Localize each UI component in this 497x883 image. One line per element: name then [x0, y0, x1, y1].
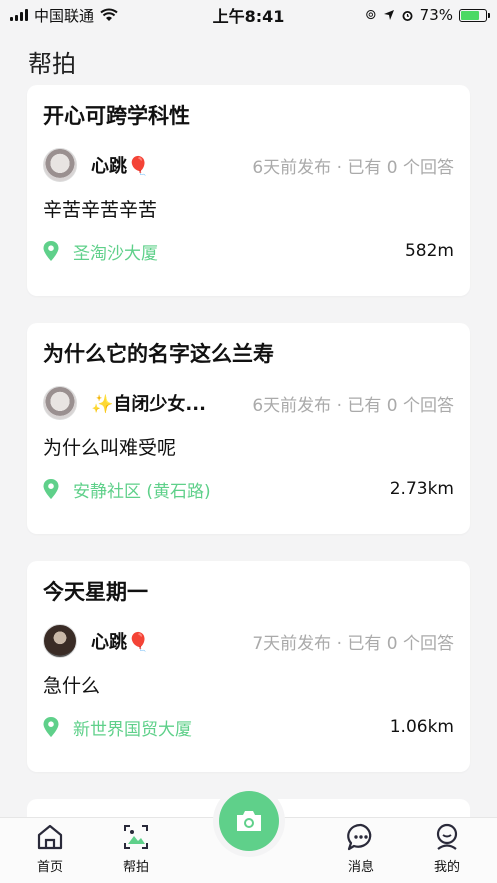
- location-name[interactable]: 安静社区 (黄石路): [73, 477, 211, 502]
- post-meta: 7天前发布 · 已有 0 个回答: [252, 633, 454, 654]
- tab-messages-label: 消息: [347, 860, 374, 875]
- post-body: 辛苦辛苦辛苦: [43, 199, 158, 221]
- location-arrow-icon: [383, 10, 394, 20]
- pin-icon: [43, 479, 59, 499]
- post-meta: 6天前发布 · 已有 0 个回答: [252, 395, 454, 416]
- post-title: 为什么它的名字这么兰寿: [43, 342, 274, 366]
- distance: 2.73km: [389, 479, 454, 499]
- status-bar: 中国联通 上午8:41 ⊚ 73%: [0, 0, 497, 30]
- tab-help-shoot-label: 帮拍: [122, 860, 149, 875]
- chat-icon: [347, 823, 372, 851]
- tab-mine[interactable]: 我的: [417, 822, 477, 875]
- camera-button[interactable]: [219, 791, 279, 851]
- tab-mine-label: 我的: [433, 860, 460, 875]
- tab-home-label: 首页: [36, 860, 63, 875]
- post-card[interactable]: 今天星期一 心跳🎈 7天前发布 · 已有 0 个回答 急什么 新世界国贸大厦 1…: [27, 561, 470, 772]
- distance: 582m: [404, 241, 454, 261]
- tab-messages[interactable]: 消息: [331, 822, 391, 875]
- battery-percent: 73%: [419, 6, 453, 24]
- post-feed[interactable]: 开心可跨学科性 心跳🎈 6天前发布 · 已有 0 个回答 辛苦辛苦辛苦 圣淘沙大…: [27, 85, 470, 839]
- home-icon: [37, 824, 63, 850]
- username[interactable]: 心跳🎈: [91, 628, 149, 654]
- location-name[interactable]: 新世界国贸大厦: [73, 715, 192, 740]
- signal-icon: [10, 9, 28, 21]
- pin-icon: [43, 241, 59, 261]
- post-title: 今天星期一: [43, 580, 148, 604]
- username[interactable]: ✨自闭少女...: [91, 390, 206, 416]
- photo-icon: [124, 825, 148, 849]
- avatar[interactable]: [43, 386, 77, 420]
- tab-help-shoot[interactable]: 帮拍: [106, 822, 166, 875]
- camera-icon: [237, 811, 261, 831]
- post-meta: 6天前发布 · 已有 0 个回答: [252, 157, 454, 178]
- status-time: 上午8:41: [212, 7, 285, 26]
- username[interactable]: 心跳🎈: [91, 152, 149, 178]
- distance: 1.06km: [389, 717, 454, 737]
- alarm-icon: [402, 10, 413, 21]
- tab-home[interactable]: 首页: [20, 822, 80, 875]
- rotation-lock-icon: ⊚: [364, 7, 377, 23]
- post-card[interactable]: 为什么它的名字这么兰寿 ✨自闭少女... 6天前发布 · 已有 0 个回答 为什…: [27, 323, 470, 534]
- post-body: 急什么: [43, 675, 101, 697]
- post-card[interactable]: 开心可跨学科性 心跳🎈 6天前发布 · 已有 0 个回答 辛苦辛苦辛苦 圣淘沙大…: [27, 85, 470, 296]
- location-name[interactable]: 圣淘沙大厦: [73, 239, 158, 264]
- post-title: 开心可跨学科性: [43, 104, 190, 128]
- carrier-label: 中国联通: [34, 6, 95, 25]
- avatar[interactable]: [43, 148, 77, 182]
- post-body: 为什么叫难受呢: [43, 437, 177, 459]
- page-title: 帮拍: [28, 50, 76, 78]
- avatar[interactable]: [43, 624, 77, 658]
- pin-icon: [43, 717, 59, 737]
- wifi-icon: [100, 8, 118, 21]
- profile-icon: [436, 823, 458, 850]
- battery-icon: [459, 8, 490, 22]
